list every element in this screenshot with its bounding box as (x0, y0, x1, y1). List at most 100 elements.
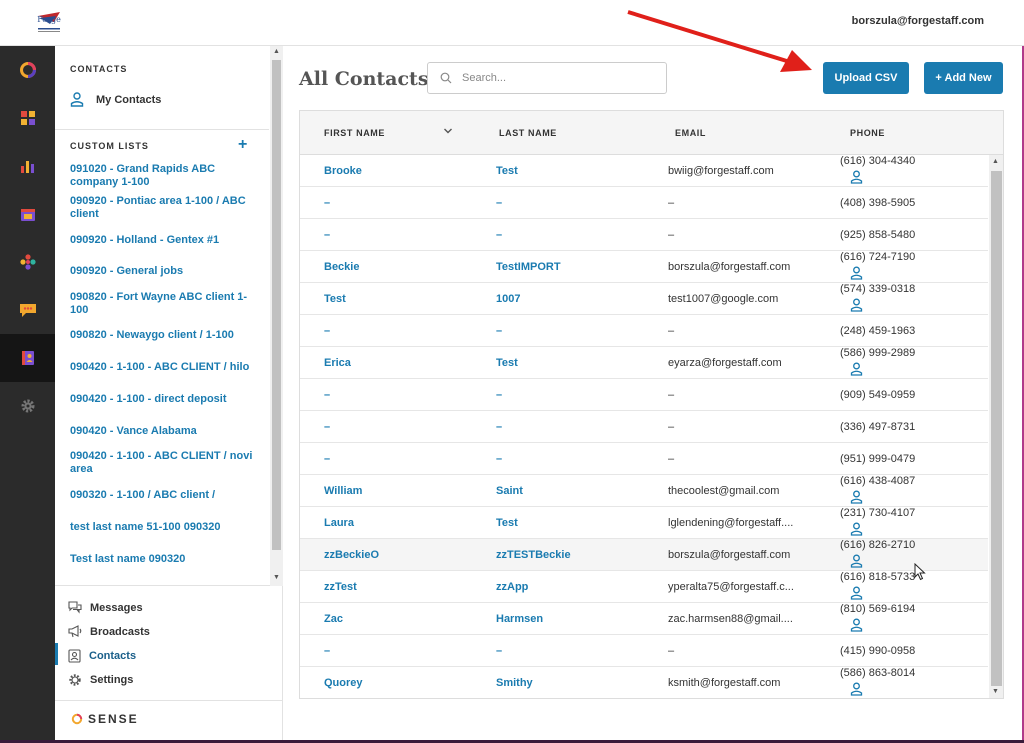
table-row[interactable]: – – – (415) 990-0958 (300, 635, 988, 667)
add-list-button[interactable]: + (238, 136, 247, 154)
contact-person-icon[interactable] (850, 618, 863, 632)
cell-last-name[interactable]: – (496, 389, 656, 401)
cell-last-name[interactable]: – (496, 645, 656, 657)
user-email[interactable]: borszula@forgestaff.com (852, 15, 984, 27)
cell-first-name[interactable]: – (324, 197, 484, 209)
custom-list-item[interactable]: 090420 - 1-100 - ABC CLIENT / novi area (70, 450, 255, 476)
table-row[interactable]: – – – (909) 549-0959 (300, 379, 988, 411)
table-row[interactable]: – – – (336) 497-8731 (300, 411, 988, 443)
table-row[interactable]: Zac Harmsen zac.harmsen88@gmail.... (810) 5… (300, 603, 988, 635)
rail-apps-item[interactable] (0, 94, 55, 142)
table-scroll-up-icon[interactable]: ▲ (992, 158, 999, 165)
custom-list-item[interactable]: test last name 51-100 090320 (70, 521, 255, 534)
scroll-down-icon[interactable]: ▼ (273, 574, 280, 581)
cell-first-name[interactable]: zzTest (324, 581, 484, 593)
column-last-name[interactable]: LAST NAME (499, 128, 557, 138)
cell-first-name[interactable]: – (324, 453, 484, 465)
upload-csv-button[interactable]: Upload CSV (823, 62, 909, 94)
custom-list-item[interactable]: 090820 - Fort Wayne ABC client 1-100 (70, 291, 255, 317)
table-row[interactable]: Brooke Test bwiig@forgestaff.com (616) 304-… (300, 155, 988, 187)
scroll-up-icon[interactable]: ▲ (273, 48, 280, 55)
cell-last-name[interactable]: Test (496, 165, 656, 177)
cell-last-name[interactable]: – (496, 421, 656, 433)
table-row[interactable]: Quorey Smithy ksmith@forgestaff.com (586) 8… (300, 667, 988, 698)
rail-analytics-item[interactable] (0, 142, 55, 190)
nav-broadcasts[interactable]: Broadcasts (68, 625, 150, 638)
table-row[interactable]: zzBeckieO zzTESTBeckie borszula@forgestaff… (300, 539, 988, 571)
column-first-name[interactable]: FIRST NAME (324, 128, 385, 138)
cell-first-name[interactable]: Zac (324, 613, 484, 625)
rail-integrations-item[interactable] (0, 238, 55, 286)
cell-last-name[interactable]: – (496, 453, 656, 465)
contact-person-icon[interactable] (850, 682, 863, 696)
table-row[interactable]: – – – (951) 999-0479 (300, 443, 988, 475)
custom-list-item[interactable]: 090920 - Pontiac area 1-100 / ABC client (70, 195, 255, 221)
contact-person-icon[interactable] (850, 298, 863, 312)
contact-person-icon[interactable] (850, 266, 863, 280)
table-scroll-thumb[interactable] (991, 171, 1002, 686)
cell-first-name[interactable]: Beckie (324, 261, 484, 273)
cell-first-name[interactable]: Laura (324, 517, 484, 529)
nav-messages[interactable]: Messages (68, 601, 143, 614)
table-row[interactable]: – – – (925) 858-5480 (300, 219, 988, 251)
custom-list-item[interactable]: 090420 - Vance Alabama (70, 425, 255, 438)
table-row[interactable]: Erica Test eyarza@forgestaff.com (586) 999-… (300, 347, 988, 379)
rail-sense-item[interactable] (0, 46, 55, 94)
custom-list-item[interactable]: Test last name 090320 (70, 553, 255, 566)
cell-first-name[interactable]: – (324, 229, 484, 241)
chevron-down-icon[interactable] (443, 126, 453, 136)
contact-person-icon[interactable] (850, 170, 863, 184)
cell-first-name[interactable]: – (324, 389, 484, 401)
cell-last-name[interactable]: zzApp (496, 581, 656, 593)
rail-settings-item[interactable] (0, 382, 55, 430)
rail-messaging-item[interactable] (0, 286, 55, 334)
column-email[interactable]: EMAIL (675, 128, 706, 138)
nav-settings[interactable]: Settings (68, 673, 133, 687)
table-row[interactable]: William Saint thecoolest@gmail.com (616) 43… (300, 475, 988, 507)
custom-list-item[interactable]: 090920 - General jobs (70, 265, 255, 278)
cell-last-name[interactable]: – (496, 229, 656, 241)
table-row[interactable]: Laura Test lglendening@forgestaff.... (231)… (300, 507, 988, 539)
cell-last-name[interactable]: Test (496, 357, 656, 369)
table-row[interactable]: – – – (408) 398-5905 (300, 187, 988, 219)
rail-calendar-item[interactable] (0, 190, 55, 238)
cell-last-name[interactable]: – (496, 197, 656, 209)
cell-first-name[interactable]: – (324, 325, 484, 337)
cell-first-name[interactable]: – (324, 421, 484, 433)
table-row[interactable]: Test 1007 test1007@google.com (574) 339-031… (300, 283, 988, 315)
add-new-button[interactable]: + Add New (924, 62, 1003, 94)
cell-last-name[interactable]: Smithy (496, 677, 656, 689)
contact-person-icon[interactable] (850, 554, 863, 568)
cell-first-name[interactable]: Brooke (324, 165, 484, 177)
cell-last-name[interactable]: Saint (496, 485, 656, 497)
cell-last-name[interactable]: – (496, 325, 656, 337)
cell-last-name[interactable]: Test (496, 517, 656, 529)
custom-list-item[interactable]: 090920 - Holland - Gentex #1 (70, 234, 255, 247)
contact-person-icon[interactable] (850, 586, 863, 600)
forge-logo[interactable]: Forge (34, 8, 64, 36)
custom-list-item[interactable]: 090320 - 1-100 / ABC client / (70, 489, 255, 502)
cell-last-name[interactable]: zzTESTBeckie (496, 549, 656, 561)
cell-first-name[interactable]: – (324, 645, 484, 657)
cell-first-name[interactable]: zzBeckieO (324, 549, 484, 561)
sidebar-scroll-thumb[interactable] (272, 60, 281, 550)
cell-first-name[interactable]: Test (324, 293, 484, 305)
contact-person-icon[interactable] (850, 490, 863, 504)
cell-first-name[interactable]: Erica (324, 357, 484, 369)
custom-list-item[interactable]: 091020 - Grand Rapids ABC company 1-100 (70, 163, 255, 189)
cell-last-name[interactable]: 1007 (496, 293, 656, 305)
nav-contacts[interactable]: Contacts (68, 649, 136, 663)
my-contacts-link[interactable]: My Contacts (70, 92, 161, 107)
cell-last-name[interactable]: TestIMPORT (496, 261, 656, 273)
rail-contacts-item[interactable] (0, 334, 55, 382)
table-scroll-down-icon[interactable]: ▼ (992, 688, 999, 695)
table-row[interactable]: – – – (248) 459-1963 (300, 315, 988, 347)
contact-person-icon[interactable] (850, 362, 863, 376)
column-phone[interactable]: PHONE (850, 128, 885, 138)
cell-first-name[interactable]: William (324, 485, 484, 497)
table-row[interactable]: Beckie TestIMPORT borszula@forgestaff.com (… (300, 251, 988, 283)
contact-person-icon[interactable] (850, 522, 863, 536)
custom-list-item[interactable]: 090820 - Newaygo client / 1-100 (70, 329, 255, 342)
custom-list-item[interactable]: 090420 - 1-100 - ABC CLIENT / hilo (70, 361, 255, 374)
cell-last-name[interactable]: Harmsen (496, 613, 656, 625)
